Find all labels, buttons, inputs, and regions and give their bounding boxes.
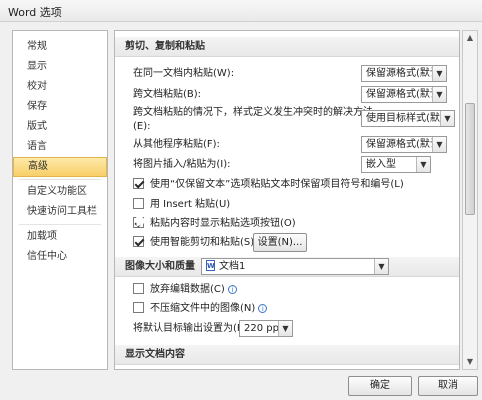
paste-from-other-programs-select[interactable]: 保留源格式(默认) ▼: [361, 136, 447, 153]
ok-button[interactable]: 确定: [348, 376, 412, 396]
select-value: 文档1: [219, 261, 246, 272]
insert-picture-as-select[interactable]: 嵌入型 ▼: [361, 156, 431, 173]
chevron-down-icon: ▼: [440, 111, 454, 126]
section-header-show-document-content: 显示文档内容: [115, 345, 459, 365]
style-conflict-select[interactable]: 使用目标样式(默认) ▼: [361, 110, 455, 127]
options-panel: 剪切、复制和粘贴 在同一文档内粘贴(W): 保留源格式(默认) ▼ 跨文档粘贴(…: [114, 30, 460, 370]
sidebar-item-language[interactable]: 语言: [13, 137, 107, 157]
paste-between-documents-label: 跨文档粘贴(B):: [133, 89, 202, 100]
info-icon: i: [227, 285, 237, 294]
info-icon: i: [258, 304, 268, 313]
default-output-select[interactable]: 220 ppi ▼: [239, 320, 293, 337]
sidebar-item-display[interactable]: 显示: [13, 57, 107, 77]
sidebar-item-layout[interactable]: 版式: [13, 117, 107, 137]
image-size-quality-title: 图像大小和质量: [125, 261, 195, 272]
default-output-label: 将默认目标输出设置为(P):: [133, 323, 251, 334]
chevron-down-icon: ▼: [432, 87, 446, 102]
window-title: Word 选项: [0, 0, 482, 22]
keep-bullets-checkbox[interactable]: [133, 178, 144, 189]
discard-editing-data-checkbox[interactable]: [133, 283, 144, 294]
use-insert-paste-checkbox-row[interactable]: 用 Insert 粘贴(U): [133, 197, 230, 213]
settings-button[interactable]: 设置(N)...: [253, 233, 307, 252]
scroll-up-icon[interactable]: ▲: [463, 31, 477, 45]
sidebar-item-customize-ribbon[interactable]: 自定义功能区: [13, 182, 107, 202]
section-header-cut-copy-paste: 剪切、复制和粘贴: [115, 37, 459, 57]
show-paste-options-label: 粘贴内容时显示粘贴选项按钮(O): [150, 218, 296, 229]
paste-within-document-select[interactable]: 保留源格式(默认) ▼: [361, 65, 447, 82]
do-not-compress-checkbox[interactable]: [133, 302, 144, 313]
paste-within-document-label: 在同一文档内粘贴(W):: [133, 68, 235, 79]
keep-bullets-label: 使用“仅保留文本”选项粘贴文本时保留项目符号和编号(L): [150, 179, 404, 190]
sidebar-divider: [19, 224, 101, 225]
sidebar-item-general[interactable]: 常规: [13, 37, 107, 57]
image-document-select[interactable]: 文档1 ▼: [201, 258, 389, 275]
style-conflict-label: 跨文档粘贴的情况下，样式定义发生冲突时的解决方法: [133, 107, 373, 118]
keep-bullets-checkbox-row[interactable]: 使用“仅保留文本”选项粘贴文本时保留项目符号和编号(L): [133, 177, 404, 193]
sidebar-item-add-ins[interactable]: 加载项: [13, 227, 107, 247]
discard-editing-data-label: 放弃编辑数据(C): [150, 284, 225, 295]
chevron-down-icon: ▼: [374, 259, 388, 274]
select-value: 嵌入型: [366, 159, 396, 170]
do-not-compress-checkbox-row[interactable]: 不压缩文件中的图像(N) i: [133, 301, 268, 317]
do-not-compress-label: 不压缩文件中的图像(N): [150, 303, 256, 314]
scrollbar-thumb[interactable]: [465, 103, 475, 215]
paste-between-documents-select[interactable]: 保留源格式(默认) ▼: [361, 86, 447, 103]
cancel-button[interactable]: 取消: [418, 376, 478, 396]
sidebar-item-quick-access-toolbar[interactable]: 快速访问工具栏: [13, 202, 107, 222]
chevron-down-icon: ▼: [416, 157, 430, 172]
chevron-down-icon: ▼: [432, 137, 446, 152]
discard-editing-data-checkbox-row[interactable]: 放弃编辑数据(C) i: [133, 282, 237, 298]
chevron-down-icon: ▼: [432, 66, 446, 81]
sidebar-item-trust-center[interactable]: 信任中心: [13, 247, 107, 267]
sidebar: 常规 显示 校对 保存 版式 语言 高级 自定义功能区 快速访问工具栏 加载项 …: [12, 30, 108, 370]
select-value: 220 ppi: [244, 323, 282, 334]
sidebar-divider: [19, 179, 101, 180]
smart-cut-paste-checkbox-row[interactable]: 使用智能剪切和粘贴(S)i: [133, 235, 267, 251]
scroll-down-icon[interactable]: ▼: [463, 355, 477, 369]
paste-from-other-programs-label: 从其他程序粘贴(F):: [133, 139, 220, 150]
chevron-down-icon: ▼: [278, 321, 292, 336]
sidebar-item-advanced[interactable]: 高级: [13, 157, 107, 177]
options-scrollbar[interactable]: ▲ ▼: [462, 30, 478, 370]
insert-picture-as-label: 将图片插入/粘贴为(I):: [133, 159, 231, 170]
use-insert-paste-checkbox[interactable]: [133, 198, 144, 209]
use-insert-paste-label: 用 Insert 粘贴(U): [150, 199, 231, 210]
word-document-icon: [206, 259, 215, 274]
show-paste-options-checkbox-row[interactable]: 粘贴内容时显示粘贴选项按钮(O): [133, 216, 296, 232]
smart-cut-paste-label: 使用智能剪切和粘贴(S): [150, 237, 255, 248]
smart-cut-paste-checkbox[interactable]: [133, 236, 144, 247]
sidebar-item-proofing[interactable]: 校对: [13, 77, 107, 97]
style-conflict-label-shortcut: (E):: [133, 121, 151, 132]
sidebar-item-save[interactable]: 保存: [13, 97, 107, 117]
